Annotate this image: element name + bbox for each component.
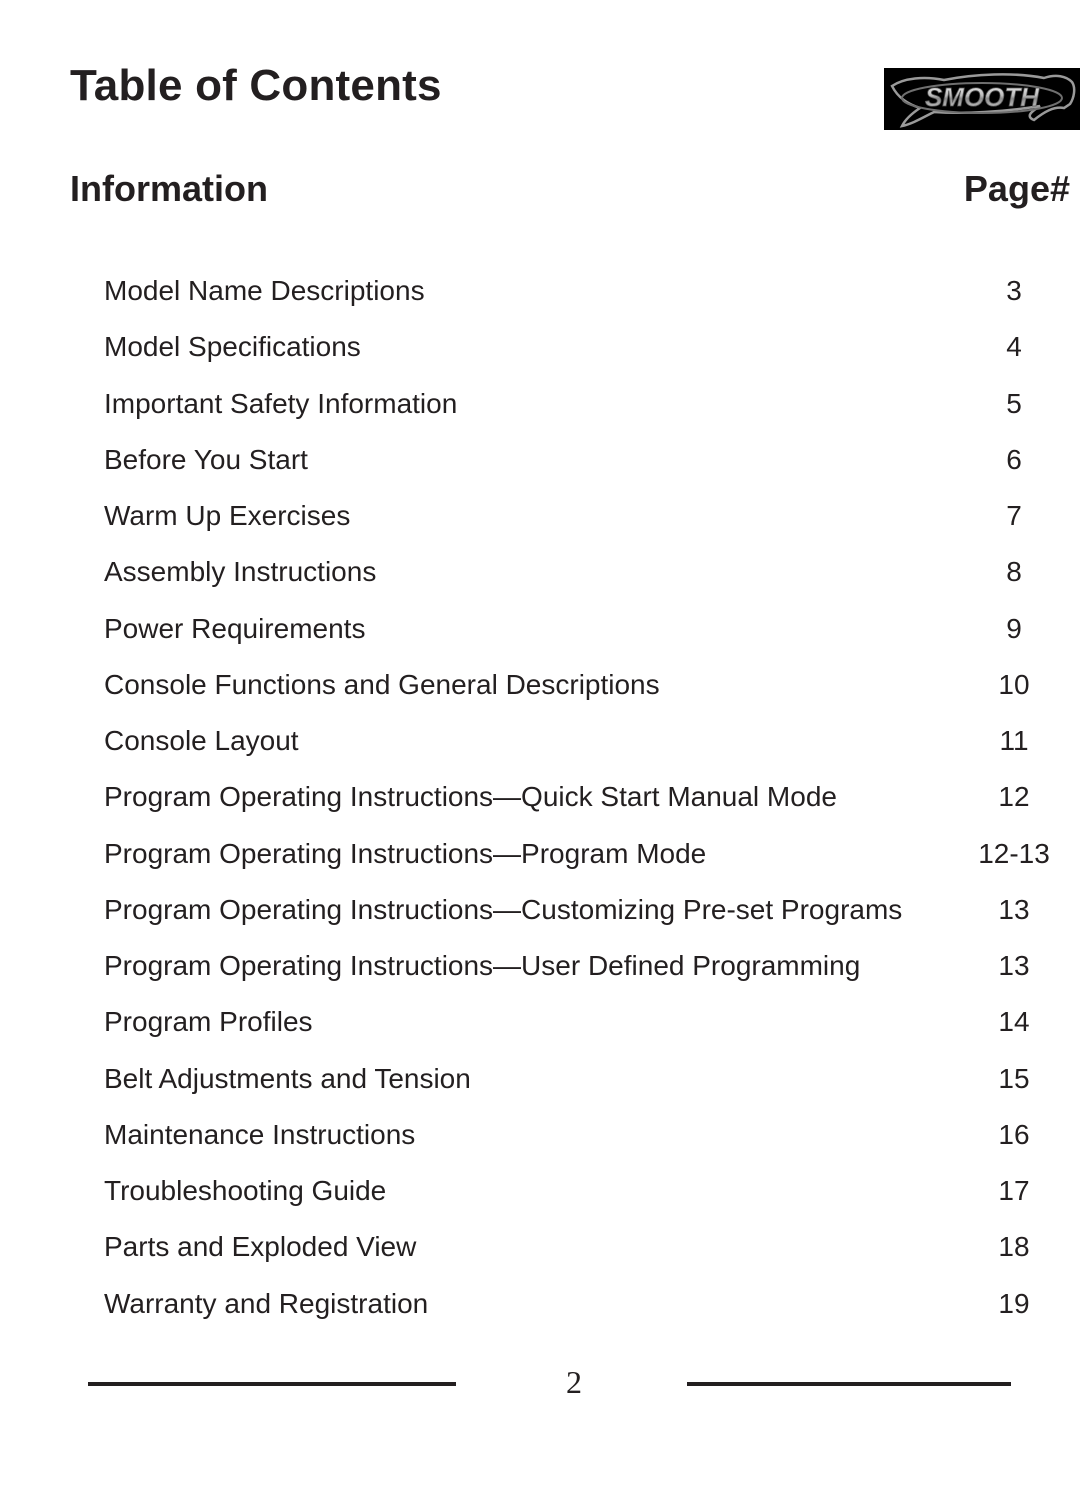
toc-entry[interactable]: Warranty and Registration 19 bbox=[0, 1284, 1080, 1324]
page-title: Table of Contents bbox=[70, 61, 442, 110]
toc-entry[interactable]: Before You Start 6 bbox=[0, 440, 1080, 480]
toc-entry[interactable]: Maintenance Instructions 16 bbox=[0, 1115, 1080, 1155]
toc-entry-title: Console Functions and General Descriptio… bbox=[104, 668, 660, 700]
toc-entry-title: Program Operating Instructions—Customizi… bbox=[104, 893, 903, 925]
toc-entry-page: 12 bbox=[998, 781, 1030, 813]
brand-logo: SMOOTH bbox=[884, 68, 1080, 130]
toc-entry[interactable]: Model Name Descriptions 3 bbox=[0, 271, 1080, 311]
toc-entry-page: 10 bbox=[998, 668, 1030, 700]
toc-entry-title: Console Layout bbox=[104, 725, 299, 756]
toc-entry-title: Important Safety Information bbox=[104, 387, 458, 419]
toc-entry[interactable]: Console Functions and General Descriptio… bbox=[0, 665, 1080, 705]
toc-entry-page: 6 bbox=[1006, 443, 1022, 475]
toc-entry[interactable]: Console Layout 11 bbox=[0, 721, 1080, 761]
toc-entry[interactable]: Program Operating Instructions—Program M… bbox=[0, 834, 1080, 874]
toc-entry-page: 8 bbox=[1006, 556, 1022, 588]
toc-entry[interactable]: Belt Adjustments and Tension 15 bbox=[0, 1059, 1080, 1099]
toc-entry-page: 16 bbox=[998, 1118, 1030, 1150]
toc-entry-title: Program Operating Instructions—Quick Sta… bbox=[104, 781, 837, 813]
toc-entry-title: Warm Up Exercises bbox=[104, 500, 351, 531]
information-column-header: Information bbox=[70, 168, 268, 209]
toc-entry-title: Before You Start bbox=[104, 443, 308, 475]
toc-entry-page: 13 bbox=[998, 950, 1030, 981]
toc-entry-title: Parts and Exploded View bbox=[104, 1231, 417, 1263]
toc-entry-title: Program Operating Instructions—User Defi… bbox=[104, 950, 861, 981]
toc-entry[interactable]: Program Operating Instructions—Customizi… bbox=[0, 890, 1080, 930]
toc-entry-page: 11 bbox=[999, 725, 1029, 756]
toc-entry-title: Maintenance Instructions bbox=[104, 1118, 416, 1150]
toc-entry-title: Model Name Descriptions bbox=[104, 275, 425, 306]
page-column-header: Page# bbox=[963, 168, 1070, 209]
toc-entry-title: Program Profiles bbox=[104, 1006, 313, 1038]
toc-entry[interactable]: Program Operating Instructions—Quick Sta… bbox=[0, 777, 1080, 817]
toc-entry[interactable]: Program Profiles 14 bbox=[0, 1002, 1080, 1042]
toc-entry-page: 3 bbox=[1006, 275, 1022, 306]
leaping-cat-logo-icon: SMOOTH bbox=[890, 73, 1076, 128]
toc-entry-page: 19 bbox=[998, 1287, 1030, 1319]
toc-entry-title: Power Requirements bbox=[104, 612, 366, 644]
toc-entry[interactable]: Important Safety Information 5 bbox=[0, 384, 1080, 424]
toc-entry[interactable]: Warm Up Exercises 7 bbox=[0, 496, 1080, 536]
page-number: 2 bbox=[566, 1364, 582, 1400]
toc-entry-page: 15 bbox=[998, 1062, 1030, 1094]
toc-entry-page: 5 bbox=[1006, 387, 1022, 419]
toc-entry[interactable]: Troubleshooting Guide 17 bbox=[0, 1171, 1080, 1211]
toc-entry-title: Belt Adjustments and Tension bbox=[104, 1062, 471, 1094]
toc-entry[interactable]: Assembly Instructions 8 bbox=[0, 552, 1080, 592]
logo-text: SMOOTH bbox=[925, 82, 1040, 112]
toc-entry[interactable]: Program Operating Instructions—User Defi… bbox=[0, 946, 1080, 986]
footer-rule-left bbox=[88, 1382, 456, 1386]
toc-entry-title: Program Operating Instructions—Program M… bbox=[104, 837, 707, 869]
toc-entry-page: 7 bbox=[1006, 500, 1022, 531]
toc-entry-page: 13 bbox=[998, 893, 1030, 925]
toc-entry-page: 9 bbox=[1006, 612, 1022, 644]
toc-entry-page: 4 bbox=[1006, 331, 1022, 363]
toc-entry-page: 14 bbox=[998, 1006, 1030, 1038]
toc-entry[interactable]: Model Specifications 4 bbox=[0, 327, 1080, 367]
toc-entry[interactable]: Power Requirements 9 bbox=[0, 609, 1080, 649]
toc-entry-title: Assembly Instructions bbox=[104, 556, 377, 588]
toc-entry[interactable]: Parts and Exploded View 18 bbox=[0, 1227, 1080, 1267]
toc-entry-title: Troubleshooting Guide bbox=[104, 1175, 387, 1206]
toc-entry-page: 17 bbox=[998, 1175, 1030, 1206]
footer-rule-right bbox=[687, 1382, 1011, 1386]
toc-entry-page: 12-13 bbox=[978, 837, 1050, 869]
toc-entry-title: Model Specifications bbox=[104, 331, 361, 363]
toc-entry-page: 18 bbox=[998, 1231, 1030, 1263]
toc-entry-title: Warranty and Registration bbox=[104, 1287, 429, 1319]
